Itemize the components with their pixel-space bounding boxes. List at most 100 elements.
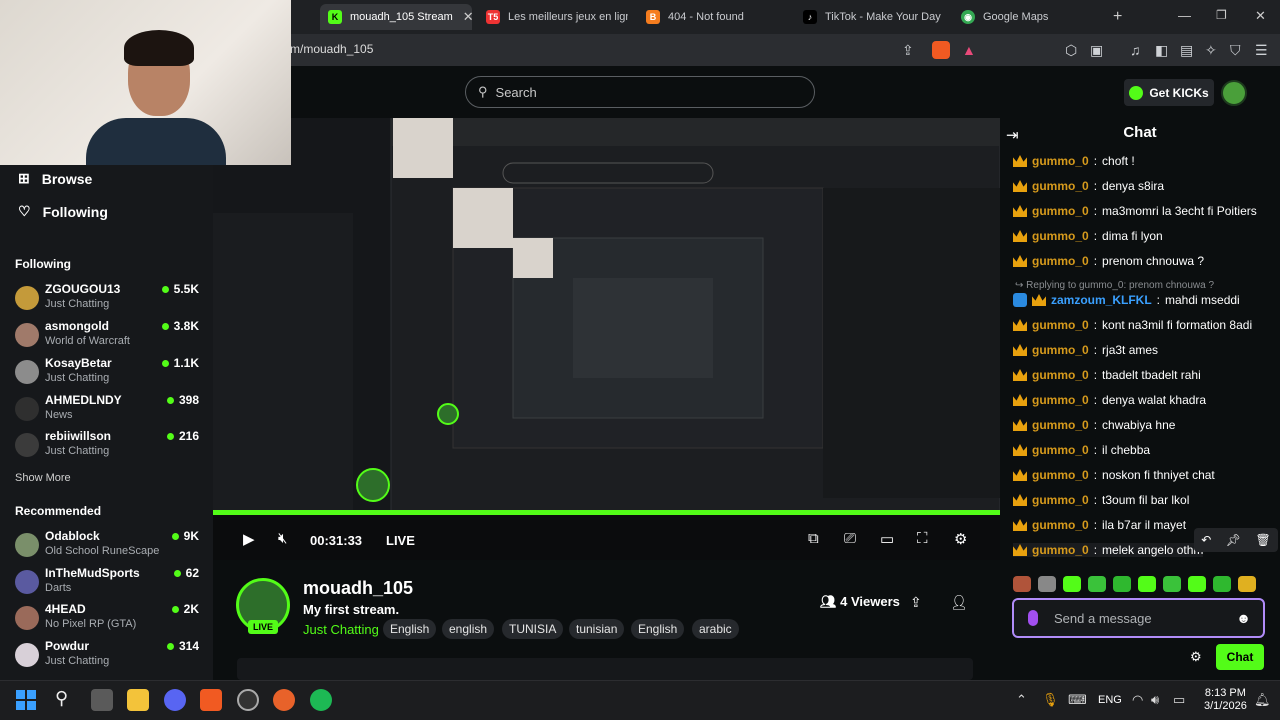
url-field[interactable]: m/mouadh_105 bbox=[290, 42, 373, 56]
chat-username[interactable]: gummo_0 bbox=[1032, 368, 1089, 382]
chat-username[interactable]: gummo_0 bbox=[1032, 493, 1089, 507]
show-more-button[interactable]: Show More bbox=[15, 472, 71, 484]
emote-icon[interactable] bbox=[1238, 576, 1256, 592]
tab-404[interactable]: B 404 - Not found bbox=[638, 4, 783, 30]
wifi-icon[interactable]: ◠ bbox=[1132, 692, 1143, 708]
microphone-tray-icon[interactable]: 🎙︎ bbox=[1042, 692, 1059, 708]
sidebar-following[interactable]: ♡ Following bbox=[18, 203, 108, 220]
recommended-item[interactable]: Powdur Just Chatting 314 bbox=[15, 639, 205, 675]
obs-icon[interactable] bbox=[237, 689, 259, 711]
following-item[interactable]: asmongold World of Warcraft 3.8K bbox=[15, 319, 205, 355]
leo-ai-icon[interactable]: ✧ bbox=[1205, 42, 1217, 59]
chat-username[interactable]: gummo_0 bbox=[1032, 443, 1089, 457]
mute-icon[interactable]: 🔇︎ bbox=[278, 530, 287, 547]
pip-icon[interactable]: ⧉ bbox=[808, 530, 819, 547]
menu-icon[interactable]: ☰ bbox=[1255, 42, 1268, 59]
stream-tag[interactable]: English bbox=[383, 619, 437, 639]
streamer-name[interactable]: mouadh_105 bbox=[303, 578, 413, 599]
emote-icon[interactable] bbox=[1063, 576, 1081, 592]
chat-username[interactable]: gummo_0 bbox=[1032, 343, 1089, 357]
follow-user-icon[interactable]: 👤︎ bbox=[950, 594, 968, 611]
battery-icon[interactable]: ▭ bbox=[1173, 692, 1185, 708]
chat-username[interactable]: gummo_0 bbox=[1032, 229, 1089, 243]
brave-icon[interactable] bbox=[200, 689, 222, 711]
file-explorer-icon[interactable] bbox=[127, 689, 149, 711]
emote-icon[interactable] bbox=[1113, 576, 1131, 592]
stream-tag[interactable]: English bbox=[631, 619, 685, 639]
recommended-item[interactable]: 4HEAD No Pixel RP (GTA) 2K bbox=[15, 602, 205, 638]
search-input[interactable]: ⚲ Search bbox=[465, 76, 815, 108]
media-icon[interactable]: ♫ bbox=[1130, 42, 1141, 58]
emote-icon[interactable] bbox=[1188, 576, 1206, 592]
stream-tag[interactable]: TUNISIA bbox=[502, 619, 564, 639]
brave-shields-icon[interactable] bbox=[932, 41, 950, 59]
settings-gear-icon[interactable]: ⚙ bbox=[954, 530, 967, 548]
keyboard-icon[interactable]: ⌨ bbox=[1068, 692, 1087, 708]
following-item[interactable]: KosayBetar Just Chatting 1.1K bbox=[15, 356, 205, 392]
chat-username[interactable]: gummo_0 bbox=[1032, 179, 1089, 193]
delete-icon[interactable]: 🗑︎ bbox=[1256, 533, 1271, 547]
tab-tiktok[interactable]: ♪ TikTok - Make Your Day bbox=[795, 4, 945, 30]
chat-username[interactable]: gummo_0 bbox=[1032, 154, 1089, 168]
volume-icon[interactable]: 🔊︎ bbox=[1151, 692, 1159, 708]
wallet-icon[interactable]: ▤ bbox=[1180, 42, 1193, 59]
language-indicator[interactable]: ENG bbox=[1098, 694, 1122, 706]
play-icon[interactable]: ▶ bbox=[243, 530, 255, 548]
tab-kick-stream[interactable]: K mouadh_105 Stream ✕ bbox=[320, 4, 472, 30]
screenshot-icon[interactable]: ▣ bbox=[1090, 42, 1103, 59]
pin-icon[interactable]: 📌︎ bbox=[1226, 533, 1241, 547]
chat-username[interactable]: gummo_0 bbox=[1032, 518, 1089, 532]
chat-username[interactable]: gummo_0 bbox=[1032, 318, 1089, 332]
tab-google-maps[interactable]: ◉ Google Maps bbox=[953, 4, 1103, 30]
minimize-icon[interactable]: — bbox=[1178, 8, 1191, 23]
tray-chevron-icon[interactable]: ⌃ bbox=[1016, 692, 1027, 708]
chat-username[interactable]: gummo_0 bbox=[1032, 393, 1089, 407]
stream-tag[interactable]: arabic bbox=[692, 619, 739, 639]
chat-username[interactable]: gummo_0 bbox=[1032, 468, 1089, 482]
following-item[interactable]: AHMEDLNDY News 398 bbox=[15, 393, 205, 429]
share-icon[interactable]: ⇪ bbox=[902, 42, 914, 59]
emote-icon[interactable] bbox=[1138, 576, 1156, 592]
stream-tag[interactable]: tunisian bbox=[569, 619, 625, 639]
task-view-icon[interactable] bbox=[91, 689, 113, 711]
discord-icon[interactable] bbox=[164, 689, 186, 711]
spotify-icon[interactable] bbox=[310, 689, 332, 711]
extensions-icon[interactable]: ⬡ bbox=[1065, 42, 1077, 59]
tab-games[interactable]: T5 Les meilleurs jeux en ligne bbox=[478, 4, 628, 30]
send-chat-button[interactable]: Chat bbox=[1216, 644, 1264, 670]
emote-icon[interactable] bbox=[1163, 576, 1181, 592]
emoji-icon[interactable]: ☻ bbox=[1236, 610, 1251, 626]
chat-input[interactable]: Send a message ☻ bbox=[1012, 598, 1265, 638]
user-avatar[interactable] bbox=[1221, 80, 1247, 106]
following-item[interactable]: ZGOUGOU13 Just Chatting 5.5K bbox=[15, 282, 205, 318]
clip-icon[interactable]: ⎚ bbox=[844, 530, 856, 547]
sidebar-browse[interactable]: ⊞ Browse bbox=[18, 170, 92, 187]
clock[interactable]: 8:13 PM 3/1/2026 bbox=[1204, 687, 1247, 713]
emote-icon[interactable] bbox=[1088, 576, 1106, 592]
fullscreen-icon[interactable]: ⛶ bbox=[917, 530, 928, 547]
following-item[interactable]: rebiiwillson Just Chatting 216 bbox=[15, 429, 205, 465]
get-kicks-button[interactable]: Get KICKs bbox=[1124, 79, 1214, 106]
stream-tag[interactable]: english bbox=[442, 619, 495, 639]
browser-icon[interactable] bbox=[273, 689, 295, 711]
new-tab-button[interactable]: + bbox=[1113, 8, 1122, 26]
vpn-icon[interactable]: ⛉ bbox=[1230, 42, 1241, 59]
chat-username[interactable]: gummo_0 bbox=[1032, 204, 1089, 218]
chat-settings-gear-icon[interactable]: ⚙ bbox=[1190, 649, 1202, 665]
chat-username[interactable]: gummo_0 bbox=[1032, 418, 1089, 432]
chat-username[interactable]: zamzoum_KLFKL bbox=[1051, 293, 1152, 307]
recommended-item[interactable]: Odablock Old School RuneScape 9K bbox=[15, 529, 205, 565]
theater-mode-icon[interactable]: ▭ bbox=[880, 530, 894, 548]
close-tab-icon[interactable]: ✕ bbox=[453, 9, 472, 25]
recommended-item[interactable]: InTheMudSports Darts 62 bbox=[15, 566, 205, 602]
emote-icon[interactable] bbox=[1213, 576, 1231, 592]
chat-username[interactable]: gummo_0 bbox=[1032, 254, 1089, 268]
emote-icon[interactable] bbox=[1013, 576, 1031, 592]
chat-username[interactable]: gummo_0 bbox=[1032, 543, 1089, 557]
close-window-icon[interactable]: ✕ bbox=[1255, 8, 1266, 24]
sidebar-toggle-icon[interactable]: ◧ bbox=[1155, 42, 1168, 59]
reply-icon[interactable]: ↶ bbox=[1201, 533, 1211, 547]
share-icon[interactable]: ⇪ bbox=[910, 594, 922, 611]
search-icon[interactable]: ⚲ bbox=[55, 688, 68, 709]
windows-start-icon[interactable] bbox=[16, 690, 36, 710]
